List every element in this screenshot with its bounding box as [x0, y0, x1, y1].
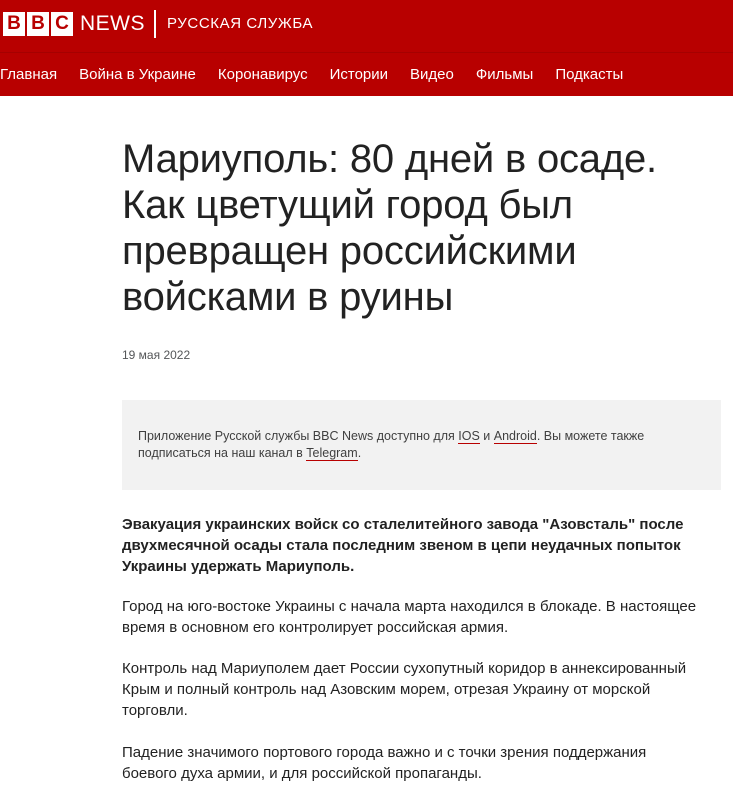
- bbc-logo-letter-c: C: [51, 12, 73, 36]
- app-promo-text-part: и: [479, 429, 494, 443]
- main-navigation: Главная Война в Украине Коронавирус Исто…: [0, 52, 733, 96]
- app-promo-text-part: .: [357, 446, 362, 460]
- bbc-logo-letter-b2: B: [27, 12, 49, 36]
- nav-item-war-in-ukraine[interactable]: Война в Украине: [79, 66, 196, 84]
- article-headline: Мариуполь: 80 дней в осаде. Как цветущий…: [122, 137, 657, 319]
- bbc-logo-letter-b1: B: [3, 12, 25, 36]
- nav-item-podcasts[interactable]: Подкасты: [555, 66, 623, 84]
- bbc-logo[interactable]: B B C: [3, 12, 73, 36]
- telegram-channel-link[interactable]: Telegram: [306, 446, 358, 461]
- nav-list: Главная Война в Украине Коронавирус Исто…: [0, 66, 645, 84]
- nav-item-coronavirus[interactable]: Коронавирус: [218, 66, 308, 84]
- app-promo-box: Приложение Русской службы BBC News досту…: [122, 400, 721, 490]
- news-wordmark[interactable]: NEWS: [80, 11, 145, 37]
- article-lead-paragraph: Эвакуация украинских войск со сталелитей…: [122, 516, 684, 575]
- article-date: 19 мая 2022: [122, 348, 191, 362]
- ios-app-link[interactable]: IOS: [458, 429, 480, 444]
- article-paragraph: Контроль над Мариуполем дает России сухо…: [122, 660, 687, 719]
- nav-item-stories[interactable]: Истории: [330, 66, 388, 84]
- android-app-link[interactable]: Android: [493, 429, 537, 444]
- app-promo-text-part: Приложение Русской службы BBC News досту…: [138, 429, 459, 443]
- service-name[interactable]: РУССКАЯ СЛУЖБА: [167, 15, 313, 33]
- nav-item-home[interactable]: Главная: [0, 66, 57, 84]
- app-promo-text: Приложение Русской службы BBC News досту…: [138, 428, 698, 462]
- nav-item-films[interactable]: Фильмы: [476, 66, 533, 84]
- masthead: B B C NEWS РУССКАЯ СЛУЖБА: [0, 0, 733, 52]
- nav-item-video[interactable]: Видео: [410, 66, 454, 84]
- masthead-divider: [154, 10, 156, 38]
- article-paragraph: Город на юго-востоке Украины с начала ма…: [122, 598, 697, 636]
- article-paragraph: Падение значимого портового города важно…: [122, 744, 647, 782]
